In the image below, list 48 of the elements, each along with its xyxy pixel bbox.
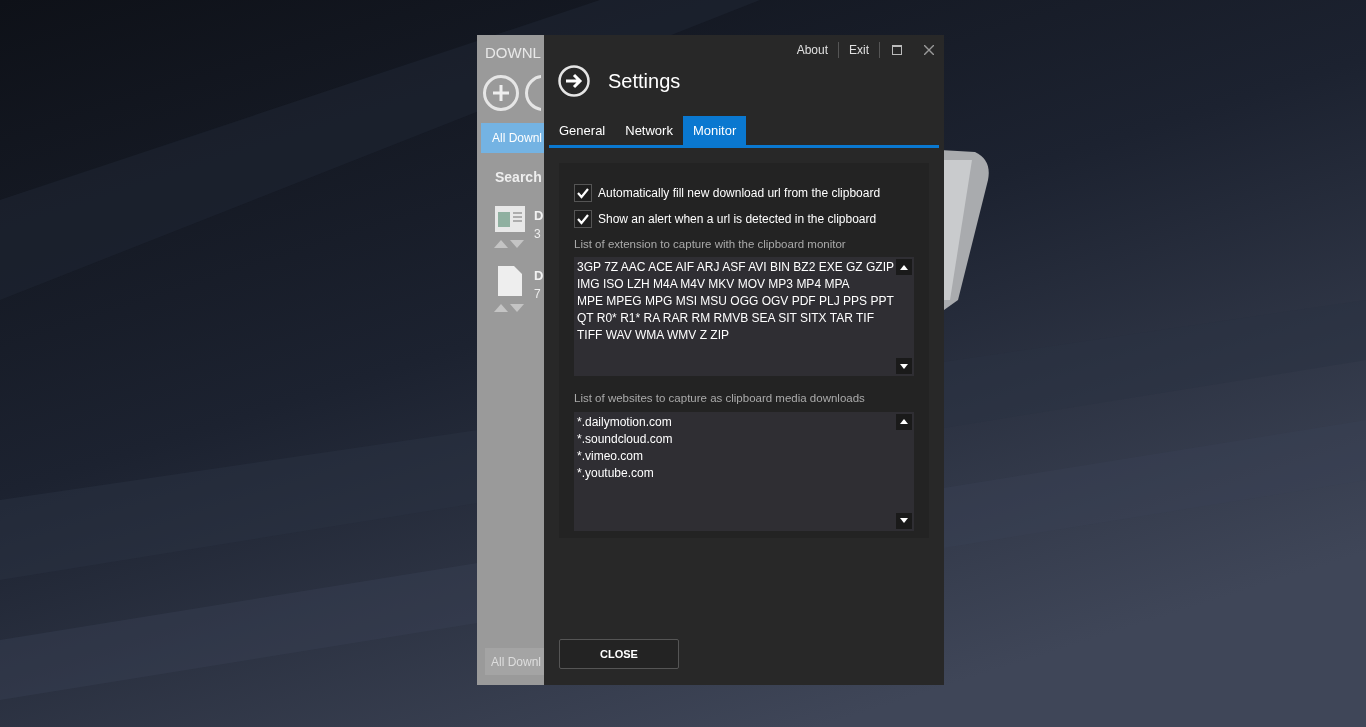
text-line: QT R0* R1* RA RAR RM RMVB SEA SIT SITX TAR TIF bbox=[577, 310, 875, 328]
item-subtitle: 3 bbox=[534, 226, 542, 243]
up-triangle-icon bbox=[900, 419, 908, 424]
maximize-icon[interactable] bbox=[892, 45, 902, 55]
text-area[interactable]: *.dailymotion.com *.soundcloud.com *.vimeo.com *.youtube.com bbox=[574, 411, 914, 531]
checkbox[interactable] bbox=[574, 184, 592, 202]
item-subtitle: 7 bbox=[534, 286, 542, 303]
scroll-up-button[interactable] bbox=[896, 259, 912, 276]
text-line: *.soundcloud.com bbox=[577, 430, 674, 448]
sort-arrows-icon bbox=[494, 303, 526, 312]
text-line: 3GP 7Z AAC ACE AIF ARJ ASF AVI BIN BZ2 EXE GZ GZIP bbox=[577, 259, 895, 277]
checkbox[interactable] bbox=[574, 210, 592, 228]
file-icon bbox=[498, 265, 522, 296]
tab[interactable]: Monitor bbox=[682, 116, 747, 145]
text-line: *.youtube.com bbox=[577, 464, 655, 482]
document-icon bbox=[495, 205, 525, 232]
header-link[interactable]: Exit bbox=[839, 41, 879, 59]
tab[interactable]: General bbox=[549, 116, 616, 145]
tab[interactable]: Network bbox=[615, 116, 683, 145]
text-line: IMG ISO LZH M4A M4V MKV MOV MP3 MP4 MPA bbox=[577, 276, 851, 294]
list-label: List of extension to capture with the clipboard monitor bbox=[574, 237, 847, 252]
down-triangle-icon bbox=[900, 518, 908, 523]
text-line: TIFF WAV WMA WMV Z ZIP bbox=[577, 327, 730, 345]
arrow-circle-icon[interactable] bbox=[558, 65, 590, 97]
down-triangle-icon bbox=[900, 363, 908, 369]
up-triangle-icon bbox=[900, 264, 908, 270]
item-title: D bbox=[534, 206, 544, 225]
close-button[interactable]: CLOSE bbox=[559, 639, 679, 669]
checkbox-label: Show an alert when a url is detected in the clipboard bbox=[598, 211, 877, 228]
text-line: MPE MPEG MPG MSI MSU OGG OGV PDF PLJ PPS PPT bbox=[577, 293, 895, 311]
text-area[interactable] bbox=[574, 257, 914, 377]
scroll-down-button[interactable] bbox=[896, 512, 912, 529]
text-line: *.dailymotion.com bbox=[577, 413, 673, 431]
search-label: Search bbox=[494, 167, 543, 187]
plus-icon bbox=[491, 82, 511, 103]
scroll-down-button[interactable] bbox=[896, 358, 912, 375]
header-link[interactable]: About bbox=[786, 41, 838, 59]
list-label: List of websites to capture as clipboard media downloads bbox=[574, 391, 866, 407]
scroll-up-button[interactable] bbox=[896, 413, 912, 430]
text-line: *.vimeo.com bbox=[577, 447, 645, 465]
close-icon[interactable] bbox=[924, 45, 934, 55]
check-icon bbox=[576, 212, 590, 226]
item-title: D bbox=[534, 266, 544, 285]
check-icon bbox=[576, 186, 590, 200]
dialog-title: Settings bbox=[608, 69, 681, 94]
window-title: DOWNL bbox=[484, 43, 542, 63]
checkbox-label: Automatically fill new download url from the clipboard bbox=[598, 185, 881, 202]
sort-arrows-icon bbox=[494, 239, 526, 248]
